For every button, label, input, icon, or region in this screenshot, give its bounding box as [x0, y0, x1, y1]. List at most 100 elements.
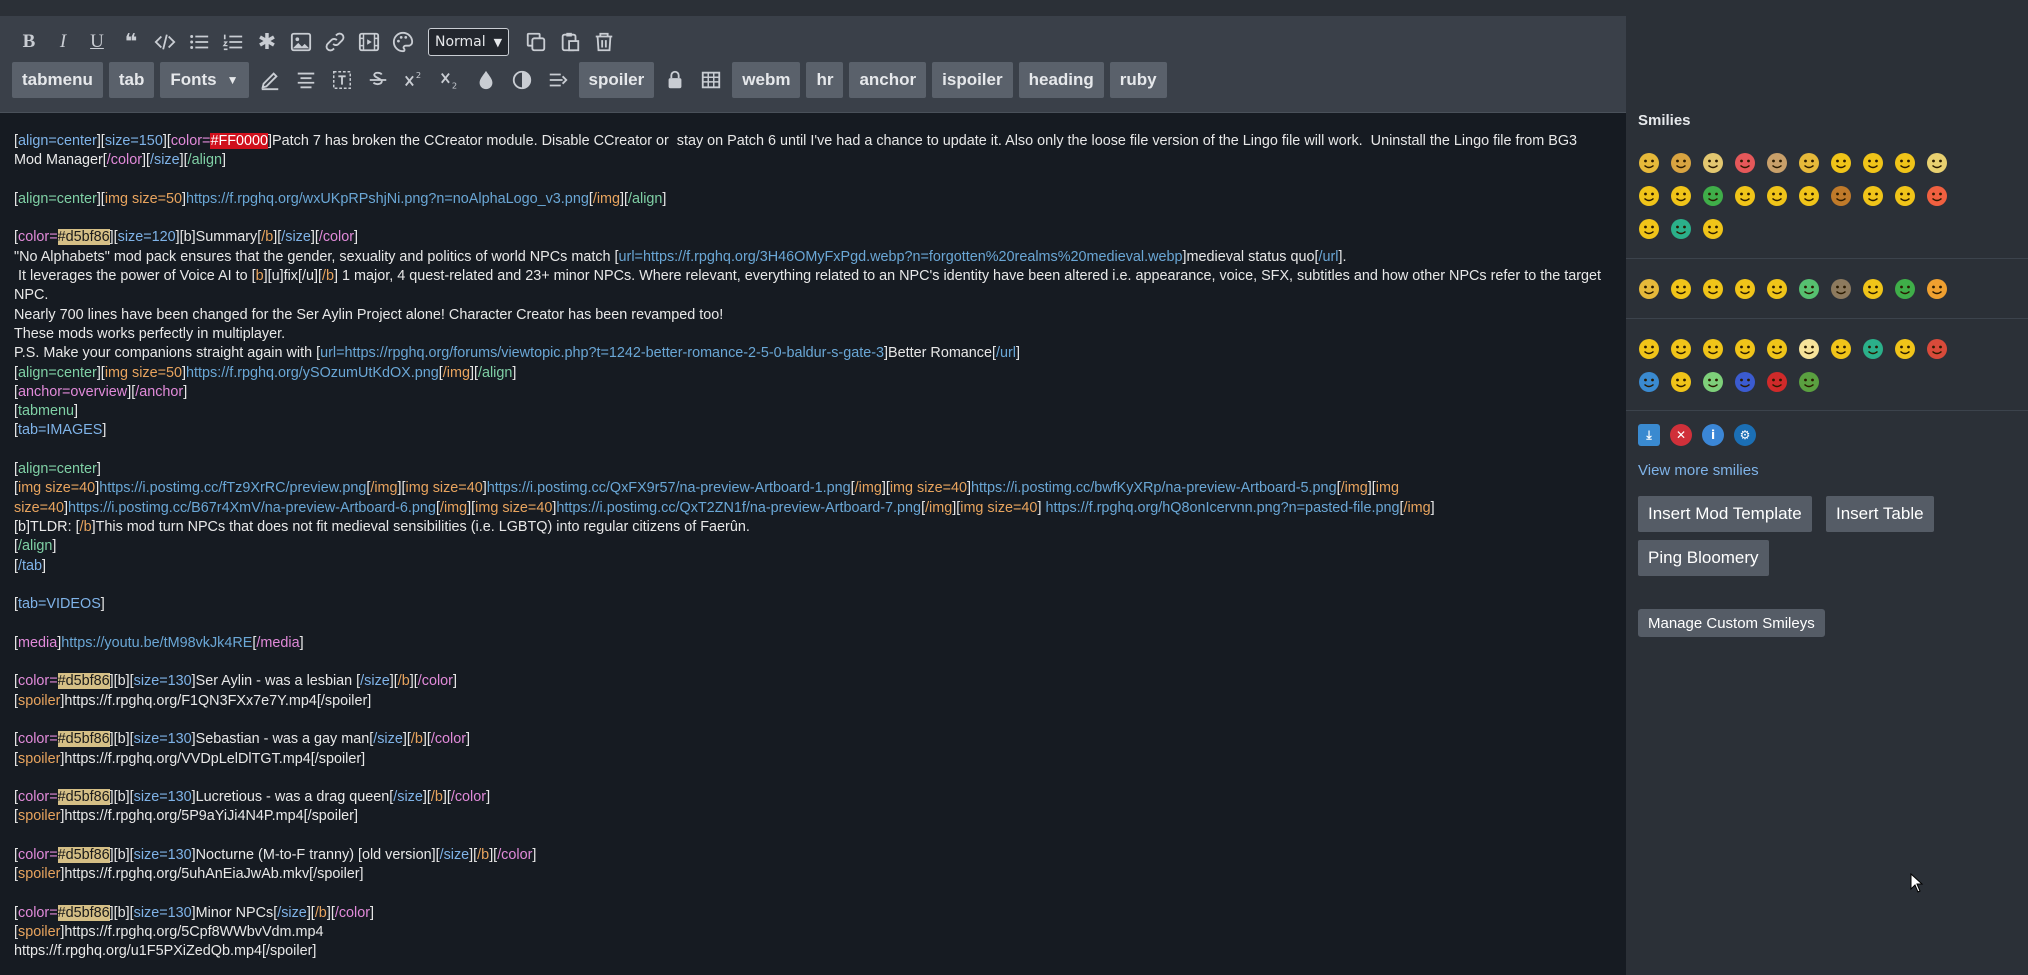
smiley-icon[interactable]	[1734, 338, 1756, 360]
heading-button[interactable]: heading	[1018, 62, 1104, 98]
smiley-icon[interactable]	[1670, 152, 1692, 174]
ping-bloomery-button[interactable]: Ping Bloomery	[1638, 540, 1769, 576]
smiley-icon[interactable]	[1894, 185, 1916, 207]
smiley-icon[interactable]	[1894, 338, 1916, 360]
text-box-icon[interactable]	[327, 64, 357, 96]
quote-icon[interactable]: ❝	[116, 26, 146, 58]
webm-button[interactable]: webm	[732, 62, 801, 98]
smiley-icon[interactable]	[1670, 371, 1692, 393]
italic-icon[interactable]: I	[48, 26, 78, 58]
contrast-icon[interactable]	[507, 64, 537, 96]
smiley-icon[interactable]	[1638, 185, 1660, 207]
smiley-icon[interactable]	[1926, 152, 1948, 174]
smiley-icon[interactable]	[1894, 278, 1916, 300]
video-icon[interactable]	[354, 26, 384, 58]
paste-icon[interactable]	[555, 26, 585, 58]
smiley-icon[interactable]	[1766, 338, 1788, 360]
smiley-icon[interactable]	[1926, 185, 1948, 207]
smiley-icon[interactable]	[1638, 371, 1660, 393]
numbered-list-icon[interactable]	[218, 26, 248, 58]
format-select[interactable]: Normal ▼	[428, 28, 510, 56]
smiley-icon[interactable]	[1702, 152, 1724, 174]
spoiler-button[interactable]: spoiler	[578, 62, 655, 98]
editor-token: color=	[18, 789, 58, 806]
info-circle-icon[interactable]: i	[1702, 424, 1724, 446]
indent-icon[interactable]	[543, 64, 573, 96]
drop-icon[interactable]	[471, 64, 501, 96]
bulleted-list-icon[interactable]	[184, 26, 214, 58]
editor-textarea[interactable]: [align=center][size=150][color=#FF0000]P…	[0, 116, 1626, 975]
download-icon[interactable]: ⤓	[1638, 424, 1660, 446]
smiley-icon[interactable]	[1862, 152, 1884, 174]
fonts-button[interactable]: Fonts ▼	[160, 62, 249, 98]
smiley-icon[interactable]	[1926, 278, 1948, 300]
editor-token: https://youtu.be/tM98vkJk4RE	[61, 634, 253, 651]
smiley-icon[interactable]	[1702, 371, 1724, 393]
smiley-icon[interactable]	[1894, 152, 1916, 174]
smiley-icon[interactable]	[1862, 278, 1884, 300]
steam-icon[interactable]: ⚙	[1734, 424, 1756, 446]
superscript-icon[interactable]: 2	[399, 64, 429, 96]
smiley-icon[interactable]	[1766, 185, 1788, 207]
smiley-icon[interactable]	[1702, 185, 1724, 207]
smiley-icon[interactable]	[1638, 338, 1660, 360]
image-icon[interactable]	[286, 26, 316, 58]
underline-icon[interactable]: U	[82, 26, 112, 58]
code-icon[interactable]	[150, 26, 180, 58]
ispoiler-button[interactable]: ispoiler	[932, 62, 1013, 98]
smiley-icon[interactable]	[1702, 218, 1724, 240]
table-icon[interactable]	[696, 64, 726, 96]
smiley-icon[interactable]	[1670, 218, 1692, 240]
smiley-icon[interactable]	[1702, 278, 1724, 300]
editor-line: [color=#d5bf86][b][size=130]Lucretious -…	[14, 788, 1608, 807]
smiley-icon[interactable]	[1830, 185, 1852, 207]
smiley-icon[interactable]	[1638, 218, 1660, 240]
smiley-icon[interactable]	[1734, 278, 1756, 300]
smiley-icon[interactable]	[1766, 152, 1788, 174]
pen-icon[interactable]	[255, 64, 285, 96]
anchor-button[interactable]: anchor	[849, 62, 927, 98]
strikethrough-icon[interactable]	[363, 64, 393, 96]
asterisk-icon[interactable]: ✱	[252, 26, 282, 58]
link-icon[interactable]	[320, 26, 350, 58]
smiley-icon[interactable]	[1734, 152, 1756, 174]
smiley-icon[interactable]	[1830, 152, 1852, 174]
smiley-icon[interactable]	[1862, 185, 1884, 207]
smiley-icon[interactable]	[1862, 338, 1884, 360]
hr-button[interactable]: hr	[806, 62, 844, 98]
smiley-icon[interactable]	[1734, 185, 1756, 207]
bold-icon[interactable]: B	[14, 26, 44, 58]
smiley-icon[interactable]	[1670, 278, 1692, 300]
ruby-button[interactable]: ruby	[1109, 62, 1167, 98]
smiley-icon[interactable]	[1798, 371, 1820, 393]
palette-icon[interactable]	[388, 26, 418, 58]
smiley-icon[interactable]	[1702, 338, 1724, 360]
smiley-icon[interactable]	[1798, 278, 1820, 300]
subscript-icon[interactable]: 2	[435, 64, 465, 96]
smiley-icon[interactable]	[1670, 185, 1692, 207]
copy-icon[interactable]	[521, 26, 551, 58]
smiley-icon[interactable]	[1638, 152, 1660, 174]
smiley-icon[interactable]	[1798, 338, 1820, 360]
tab-button[interactable]: tab	[108, 62, 155, 98]
align-center-icon[interactable]	[291, 64, 321, 96]
smiley-icon[interactable]	[1830, 278, 1852, 300]
smiley-icon[interactable]	[1766, 278, 1788, 300]
tabmenu-button[interactable]: tabmenu	[12, 62, 103, 98]
smiley-icon[interactable]	[1926, 338, 1948, 360]
manage-custom-smileys-button[interactable]: Manage Custom Smileys	[1638, 609, 1825, 637]
smiley-icon[interactable]	[1638, 278, 1660, 300]
smiley-icon[interactable]	[1798, 185, 1820, 207]
editor-token: ][	[306, 904, 315, 921]
smiley-icon[interactable]	[1830, 338, 1852, 360]
smiley-icon[interactable]	[1766, 371, 1788, 393]
insert-mod-template-button[interactable]: Insert Mod Template	[1638, 496, 1812, 532]
smiley-icon[interactable]	[1734, 371, 1756, 393]
close-circle-icon[interactable]: ✕	[1670, 424, 1692, 446]
trash-icon[interactable]	[589, 26, 619, 58]
view-more-smilies-link[interactable]: View more smilies	[1638, 462, 1759, 479]
smiley-icon[interactable]	[1670, 338, 1692, 360]
insert-table-button[interactable]: Insert Table	[1826, 496, 1934, 532]
smiley-icon[interactable]	[1798, 152, 1820, 174]
lock-icon[interactable]	[660, 64, 690, 96]
